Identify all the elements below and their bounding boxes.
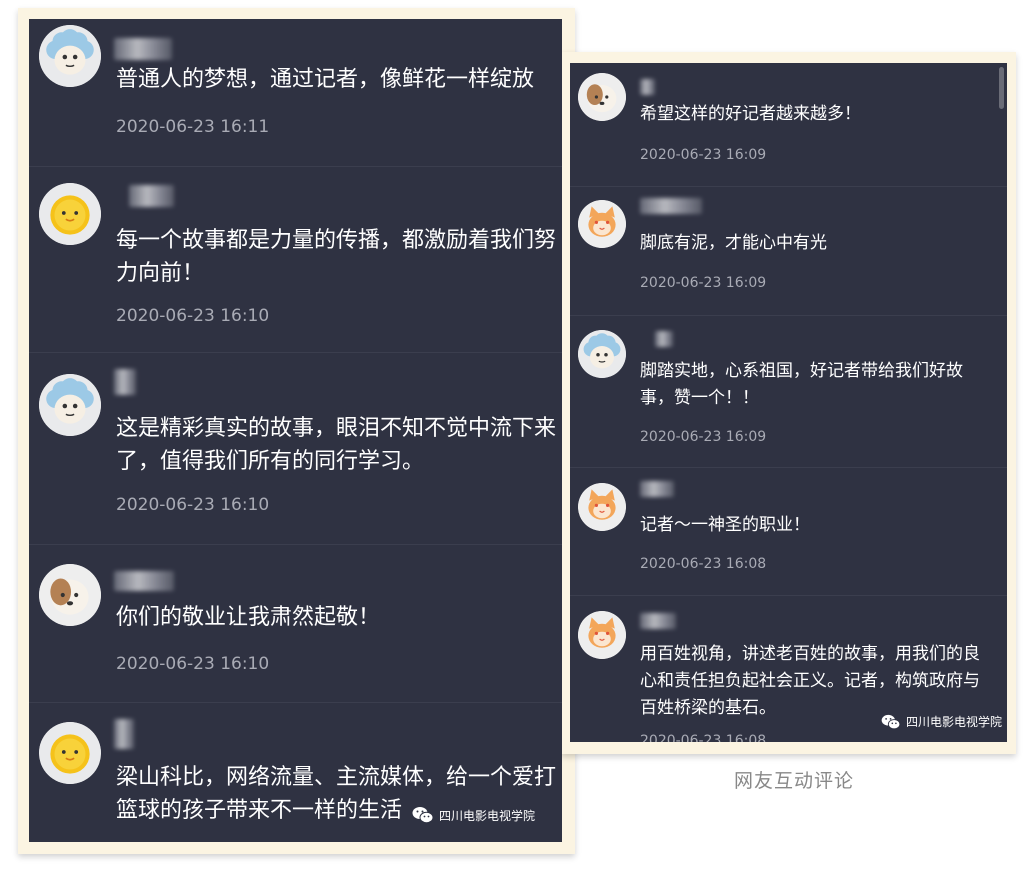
sheep-avatar-icon[interactable] (578, 330, 626, 378)
comment-text: 这是精彩真实的故事，眼泪不知不觉中流下来 了，值得我们所有的同行学习。 (116, 416, 557, 474)
username-blurred[interactable] (129, 185, 174, 207)
comment-text: 脚底有泥，才能心中有光 (640, 233, 827, 253)
comment-timestamp: 2020-06-23 16:09 (640, 147, 767, 163)
comment-timestamp: 2020-06-23 16:08 (640, 733, 767, 742)
divider (570, 467, 1007, 468)
divider (570, 315, 1007, 316)
comment-text: 每一个故事都是力量的传播，都激励着我们努 力向前！ (116, 228, 557, 286)
username-blurred[interactable] (114, 369, 136, 395)
dog-avatar-icon[interactable] (578, 73, 626, 121)
comment-timestamp: 2020-06-23 16:10 (116, 495, 270, 515)
divider (570, 595, 1007, 596)
username-blurred[interactable] (655, 331, 673, 347)
divider (29, 544, 562, 545)
comment-text: 记者～一神圣的职业！ (640, 515, 810, 535)
username-blurred[interactable] (640, 79, 655, 95)
comment-timestamp: 2020-06-23 16:09 (640, 275, 767, 291)
username-blurred[interactable] (640, 481, 674, 497)
sheep-avatar-icon[interactable] (39, 25, 101, 87)
comment-text: 你们的敬业让我肃然起敬！ (116, 605, 381, 630)
watermark: 四川电影电视学院 (881, 713, 1002, 730)
right-comment-panel[interactable]: 希望这样的好记者越来越多！ 2020-06-23 16:09 脚底有泥，才能心中… (570, 63, 1007, 742)
divider (29, 166, 562, 167)
watermark: 四川电影电视学院 (412, 806, 535, 824)
chick-avatar-icon[interactable] (39, 722, 101, 784)
comment-timestamp: 2020-06-23 16:11 (116, 117, 270, 137)
wechat-icon (412, 807, 434, 824)
scrollbar-thumb[interactable] (999, 67, 1004, 109)
comment-timestamp: 2020-06-23 16:09 (640, 429, 767, 445)
caption: 网友互动评论 (734, 770, 855, 792)
comment-timestamp: 2020-06-23 16:10 (116, 654, 270, 674)
cat-avatar-icon[interactable] (578, 200, 626, 248)
username-blurred[interactable] (114, 571, 174, 591)
divider (29, 702, 562, 703)
comment-text: 脚踏实地，心系祖国，好记者带给我们好故 事，赞一个！！ (640, 361, 963, 408)
comment-timestamp: 2020-06-23 16:08 (640, 556, 767, 572)
watermark-text: 四川电影电视学院 (906, 715, 1003, 729)
wechat-icon (881, 714, 901, 729)
chick-avatar-icon[interactable] (39, 183, 101, 245)
username-blurred[interactable] (640, 198, 702, 214)
cat-avatar-icon[interactable] (578, 611, 626, 659)
cat-avatar-icon[interactable] (578, 483, 626, 531)
divider (570, 186, 1007, 187)
comment-timestamp: 2020-06-23 16:10 (116, 306, 270, 326)
dog-avatar-icon[interactable] (39, 564, 101, 626)
left-comment-panel[interactable]: 普通人的梦想，通过记者，像鲜花一样绽放 2020-06-23 16:11 每一个… (29, 19, 562, 842)
username-blurred[interactable] (114, 38, 172, 60)
comment-text: 用百姓视角，讲述老百姓的故事，用我们的良 心和责任担负起社会正义。记者，构筑政府… (640, 644, 980, 718)
comment-text: 希望这样的好记者越来越多！ (640, 104, 861, 124)
watermark-text: 四川电影电视学院 (439, 808, 536, 823)
divider (29, 352, 562, 353)
comment-text: 普通人的梦想，通过记者，像鲜花一样绽放 (116, 67, 535, 92)
username-blurred[interactable] (114, 719, 134, 749)
username-blurred[interactable] (640, 613, 676, 629)
sheep-avatar-icon[interactable] (39, 374, 101, 436)
